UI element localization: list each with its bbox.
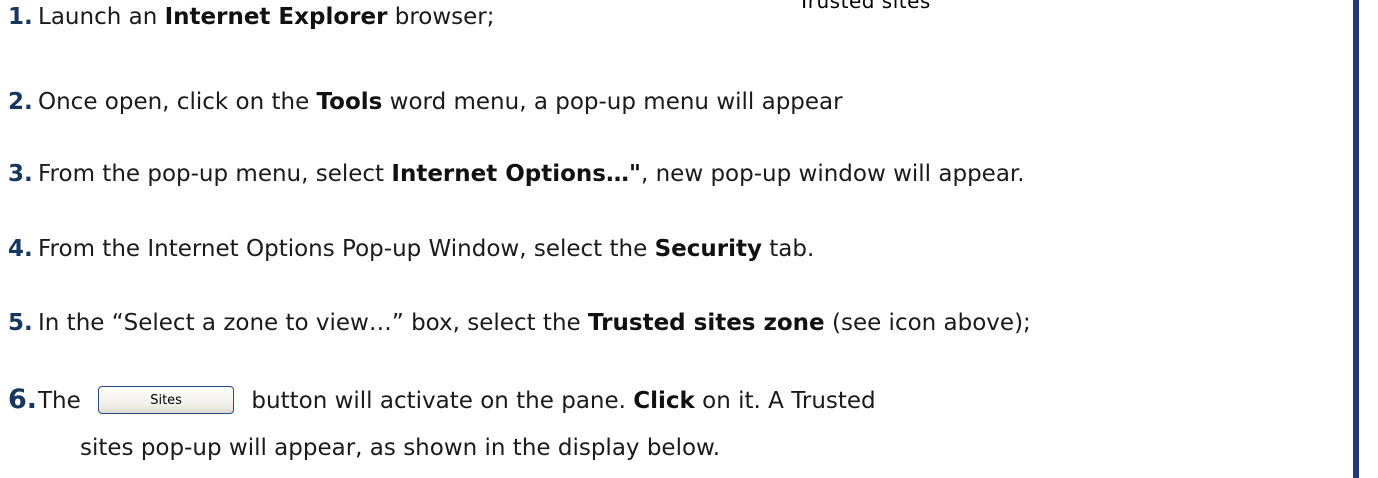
step-text: browser; [387,4,495,30]
step-6: 6.The Sites button will activate on the … [8,384,876,415]
step-number: 1. [8,4,33,30]
step-3: 3. From the pop-up menu, select Internet … [8,160,1025,188]
sites-button[interactable]: Sites [98,385,235,414]
step-number: 6. [8,384,38,415]
step-emphasis: Internet Explorer [164,4,388,30]
step-text: From the pop-up menu, select [38,161,392,187]
step-emphasis: Tools [316,89,383,115]
step-emphasis: Internet Options…" [391,161,641,187]
step-1: 1. Launch an Internet Explorer browser; [8,3,495,31]
step-text: Launch an [38,4,165,30]
step-emphasis: Click [633,388,695,414]
step-number: 3. [8,161,33,187]
trusted-sites-caption: Trusted sites [798,0,931,13]
step-emphasis: Security [654,236,762,262]
step-emphasis: Trusted sites zone [588,310,825,336]
step-text: button will activate on the pane. [244,388,634,414]
step-text: , new pop-up window will appear. [640,161,1025,187]
step-6-continuation: sites pop-up will appear, as shown in th… [80,435,721,461]
step-text: (see icon above); [824,310,1031,336]
step-text: From the Internet Options Pop-up Window,… [38,236,655,262]
step-text: Once open, click on the [38,89,317,115]
step-5: 5. In the “Select a zone to view…” box, s… [8,309,1031,337]
step-text: tab. [761,236,815,262]
right-border-rule [1353,0,1359,478]
step-text: on it. A Trusted [694,388,876,414]
step-4: 4. From the Internet Options Pop-up Windo… [8,235,814,263]
step-2: 2. Once open, click on the Tools word men… [8,88,843,116]
step-number: 4. [8,236,33,262]
step-number: 2. [8,89,33,115]
step-text: The [38,388,89,414]
step-text: word menu, a pop-up menu will appear [382,89,843,115]
step-text: In the “Select a zone to view…” box, sel… [38,310,588,336]
step-number: 5. [8,310,33,336]
